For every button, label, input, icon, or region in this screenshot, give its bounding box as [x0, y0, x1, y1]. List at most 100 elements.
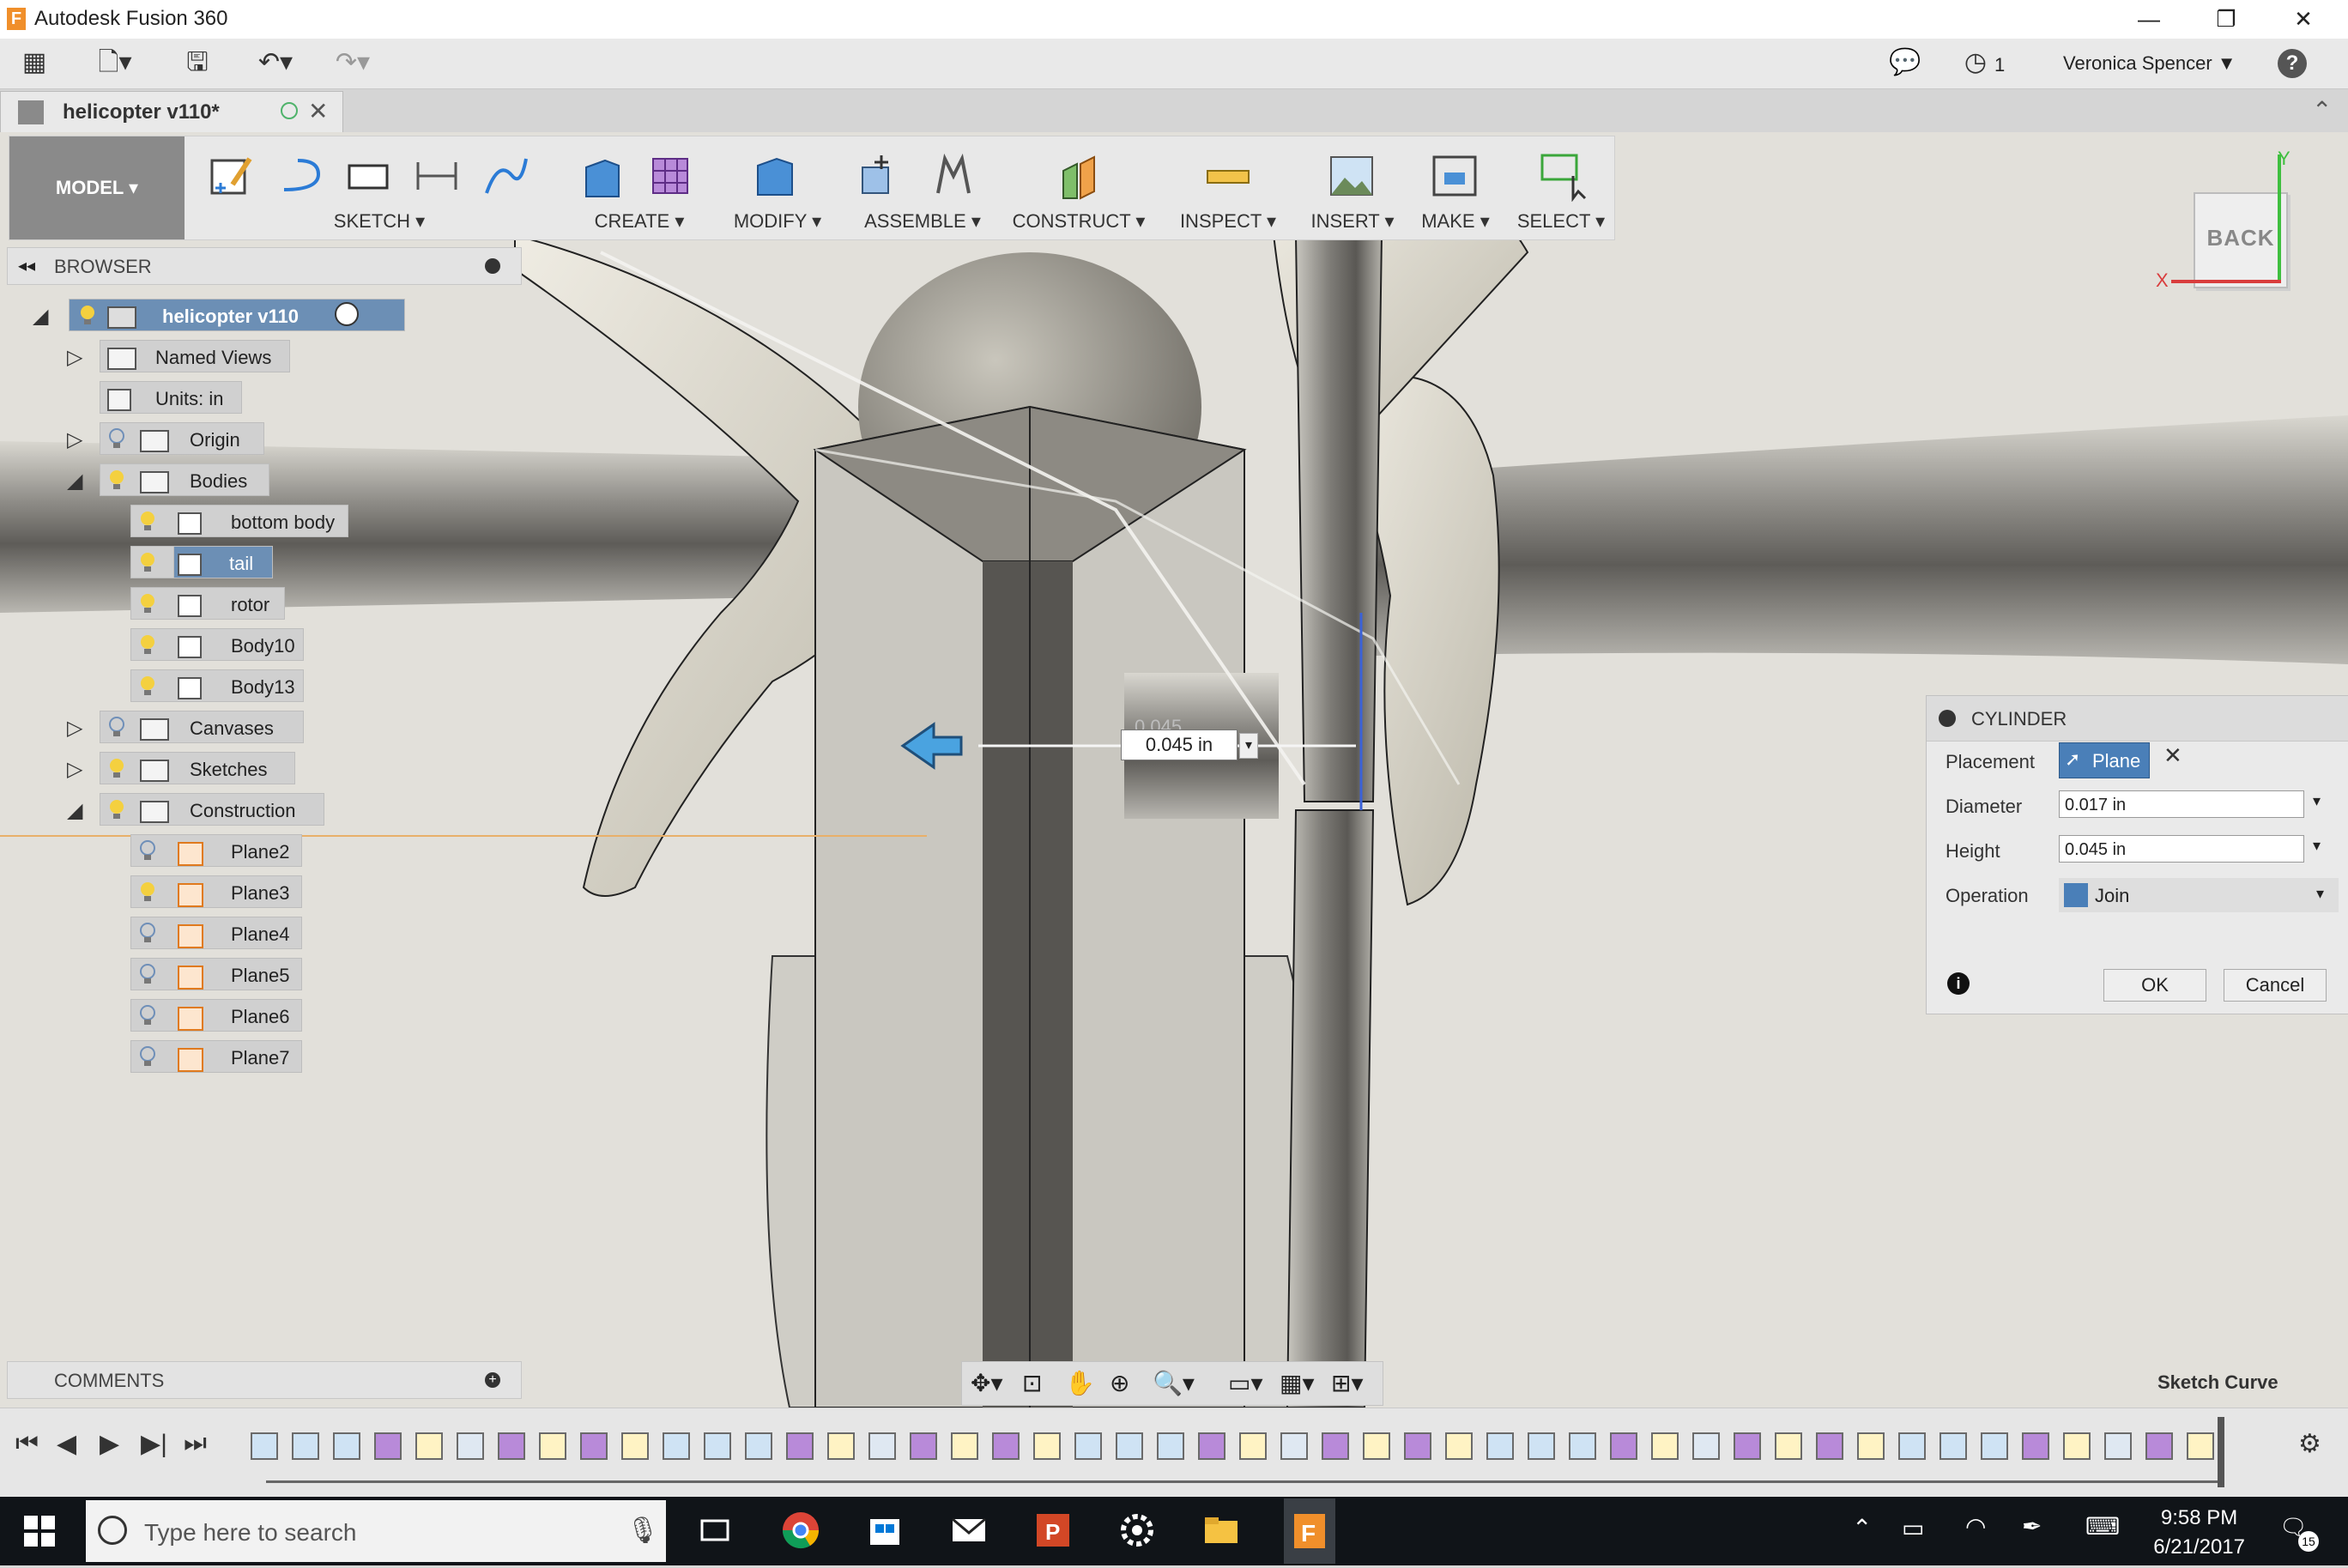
- timeline-feature-icon[interactable]: [745, 1432, 772, 1460]
- inspect-group[interactable]: INSPECT ▾: [1159, 136, 1297, 239]
- plane2-node[interactable]: Plane2: [130, 834, 302, 867]
- timeline-feature-icon[interactable]: [457, 1432, 484, 1460]
- timeline-feature-icon[interactable]: [1363, 1432, 1390, 1460]
- timeline-feature-icon[interactable]: [868, 1432, 896, 1460]
- diameter-dropdown-icon[interactable]: ▾: [2313, 792, 2321, 810]
- timeline-feature-icon[interactable]: [704, 1432, 731, 1460]
- timeline-feature-icon[interactable]: [2063, 1432, 2091, 1460]
- plane4-node[interactable]: Plane4: [130, 917, 302, 949]
- ok-button[interactable]: OK: [2103, 969, 2206, 1002]
- timeline-feature-icon[interactable]: [374, 1432, 402, 1460]
- windows-start-icon[interactable]: [24, 1516, 55, 1547]
- activate-radio-icon[interactable]: [335, 302, 359, 326]
- save-icon[interactable]: 🖫: [180, 47, 215, 78]
- dimension-input[interactable]: 0.045 in: [1121, 730, 1238, 760]
- taskbar-search[interactable]: Type here to search 🎙: [86, 1500, 666, 1562]
- timeline-marker[interactable]: [2218, 1417, 2224, 1487]
- insert-menu-label[interactable]: INSERT ▾: [1302, 210, 1403, 233]
- timeline-feature-icon[interactable]: [1074, 1432, 1102, 1460]
- canvases-node[interactable]: Canvases: [100, 711, 304, 743]
- timeline-feature-icon[interactable]: [1734, 1432, 1761, 1460]
- timeline-feature-icon[interactable]: [786, 1432, 814, 1460]
- timeline-feature-icon[interactable]: [663, 1432, 690, 1460]
- timeline-feature-icon[interactable]: [1116, 1432, 1143, 1460]
- timeline-feature-icon[interactable]: [951, 1432, 978, 1460]
- task-view-icon[interactable]: [693, 1509, 736, 1552]
- comment-icon[interactable]: 💬: [1888, 47, 1922, 78]
- timeline-feature-icon[interactable]: [2145, 1432, 2173, 1460]
- placement-select-button[interactable]: ➚ Plane: [2059, 742, 2150, 778]
- info-icon[interactable]: i: [1947, 972, 1970, 995]
- workspace-switcher[interactable]: MODEL ▾: [9, 136, 185, 239]
- timeline-feature-icon[interactable]: [1940, 1432, 1967, 1460]
- timeline-feature-icon[interactable]: [580, 1432, 608, 1460]
- timeline-first-icon[interactable]: ⏮: [15, 1429, 39, 1458]
- timeline-feature-icon[interactable]: [1569, 1432, 1596, 1460]
- timeline-feature-icon[interactable]: [1775, 1432, 1802, 1460]
- undo-icon[interactable]: ↶▾: [245, 47, 306, 78]
- timeline-feature-icon[interactable]: [1445, 1432, 1473, 1460]
- viewports-icon[interactable]: ⊞▾: [1331, 1369, 1364, 1397]
- sketch-group[interactable]: SKETCH ▾: [193, 136, 566, 239]
- orbit-icon[interactable]: ✥▾: [971, 1369, 1003, 1397]
- modify-group[interactable]: MODIFY ▾: [713, 136, 842, 239]
- expand-triangle-icon[interactable]: ▷: [67, 757, 82, 782]
- collapse-triangle-icon[interactable]: ◢: [67, 798, 82, 823]
- pen-icon[interactable]: ✒: [2022, 1512, 2042, 1541]
- body10-node[interactable]: Body10: [130, 628, 304, 661]
- dimension-dropdown-icon[interactable]: ▾: [1239, 733, 1258, 759]
- select-menu-label[interactable]: SELECT ▾: [1508, 210, 1614, 233]
- close-button[interactable]: ✕: [2278, 3, 2329, 34]
- help-icon[interactable]: ?: [2278, 49, 2307, 78]
- timeline-feature-icon[interactable]: [1198, 1432, 1225, 1460]
- timeline-feature-icon[interactable]: [910, 1432, 937, 1460]
- timeline-feature-icon[interactable]: [827, 1432, 855, 1460]
- assemble-group[interactable]: ASSEMBLE ▾: [847, 136, 998, 239]
- timeline-feature-icon[interactable]: [251, 1432, 278, 1460]
- job-status-icon[interactable]: ◷: [1958, 47, 1993, 78]
- file-menu-icon[interactable]: 🗋▾: [89, 47, 141, 78]
- mail-icon[interactable]: [947, 1509, 990, 1552]
- sketch-menu-label[interactable]: SKETCH ▾: [193, 210, 566, 233]
- bottom-body-node[interactable]: bottom body: [130, 505, 348, 537]
- view-cube[interactable]: BACK: [2194, 192, 2288, 288]
- app-gear-icon[interactable]: [1116, 1509, 1159, 1552]
- inspect-menu-label[interactable]: INSPECT ▾: [1159, 210, 1297, 233]
- create-menu-label[interactable]: CREATE ▾: [571, 210, 708, 233]
- timeline-feature-icon[interactable]: [539, 1432, 566, 1460]
- timeline-feature-icon[interactable]: [1239, 1432, 1267, 1460]
- document-tab[interactable]: helicopter v110* ✕: [0, 91, 343, 133]
- timeline-feature-icon[interactable]: [1651, 1432, 1679, 1460]
- timeline-feature-icon[interactable]: [1404, 1432, 1431, 1460]
- construct-group[interactable]: CONSTRUCT ▾: [1003, 136, 1154, 239]
- create-group[interactable]: CREATE ▾: [571, 136, 708, 239]
- expand-triangle-icon[interactable]: ▷: [67, 427, 82, 452]
- timeline-settings-icon[interactable]: ⚙: [2298, 1429, 2321, 1459]
- timeline-feature-icon[interactable]: [1322, 1432, 1349, 1460]
- clear-selection-icon[interactable]: ✕: [2163, 742, 2182, 769]
- timeline-last-icon[interactable]: ⏭: [184, 1429, 207, 1458]
- timeline-feature-icon[interactable]: [992, 1432, 1020, 1460]
- restore-button[interactable]: ❐: [2200, 3, 2252, 34]
- minimize-button[interactable]: —: [2123, 3, 2175, 34]
- grid-settings-icon[interactable]: ▦▾: [1280, 1369, 1315, 1397]
- powerpoint-icon[interactable]: P: [1032, 1509, 1074, 1552]
- timeline-prev-icon[interactable]: ◀: [57, 1429, 76, 1459]
- browser-minus-icon[interactable]: [485, 258, 500, 274]
- timeline-feature-icon[interactable]: [1692, 1432, 1720, 1460]
- operation-select[interactable]: Join ▾: [2059, 878, 2339, 912]
- timeline-feature-icon[interactable]: [333, 1432, 360, 1460]
- add-comment-icon[interactable]: +: [485, 1372, 500, 1388]
- timeline-feature-icon[interactable]: [1280, 1432, 1308, 1460]
- zoom-icon[interactable]: ⊕: [1110, 1369, 1129, 1397]
- battery-icon[interactable]: ▭: [1902, 1514, 1924, 1542]
- user-menu[interactable]: Veronica Spencer ▼: [2063, 52, 2236, 75]
- collapse-chevron-icon[interactable]: ⌃: [2312, 96, 2332, 124]
- assemble-menu-label[interactable]: ASSEMBLE ▾: [847, 210, 998, 233]
- timeline-feature-icon[interactable]: [2022, 1432, 2049, 1460]
- timeline-play-icon[interactable]: ▶: [100, 1429, 119, 1459]
- browser-panel-header[interactable]: ◂◂ BROWSER: [7, 247, 522, 285]
- construct-menu-label[interactable]: CONSTRUCT ▾: [1003, 210, 1154, 233]
- timeline-feature-icon[interactable]: [498, 1432, 525, 1460]
- collapse-dialog-icon[interactable]: [1939, 710, 1956, 727]
